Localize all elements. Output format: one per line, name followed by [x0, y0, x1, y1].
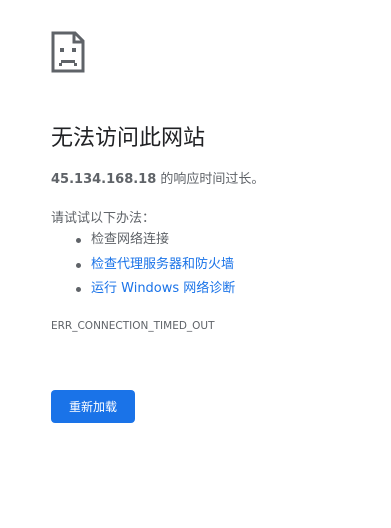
sad-page-icon	[51, 31, 85, 73]
suggestion-check-proxy-firewall[interactable]: 检查代理服务器和防火墙	[51, 255, 235, 280]
run-network-diagnostics-link[interactable]: 运行 Windows 网络诊断	[91, 281, 235, 296]
reload-button[interactable]: 重新加载	[51, 390, 135, 423]
host-address: 45.134.168.18	[51, 172, 157, 187]
error-summary: 45.134.168.18 的响应时间过长。	[51, 168, 264, 187]
suggestions-heading: 请试试以下办法：	[51, 211, 156, 226]
error-page: 无法访问此网站 45.134.168.18 的响应时间过长。 请试试以下办法： …	[51, 0, 391, 528]
suggestion-label: 检查网络连接	[91, 232, 170, 247]
error-code: ERR_CONNECTION_TIMED_OUT	[51, 320, 215, 332]
suggestion-run-network-diagnostics[interactable]: 运行 Windows 网络诊断	[51, 279, 235, 304]
error-title: 无法访问此网站	[51, 126, 206, 151]
suggestion-check-network: 检查网络连接	[51, 230, 235, 255]
suggestions-list: 检查网络连接 检查代理服务器和防火墙 运行 Windows 网络诊断	[51, 230, 235, 304]
check-proxy-firewall-link[interactable]: 检查代理服务器和防火墙	[91, 257, 234, 272]
error-summary-message: 的响应时间过长。	[156, 172, 265, 187]
